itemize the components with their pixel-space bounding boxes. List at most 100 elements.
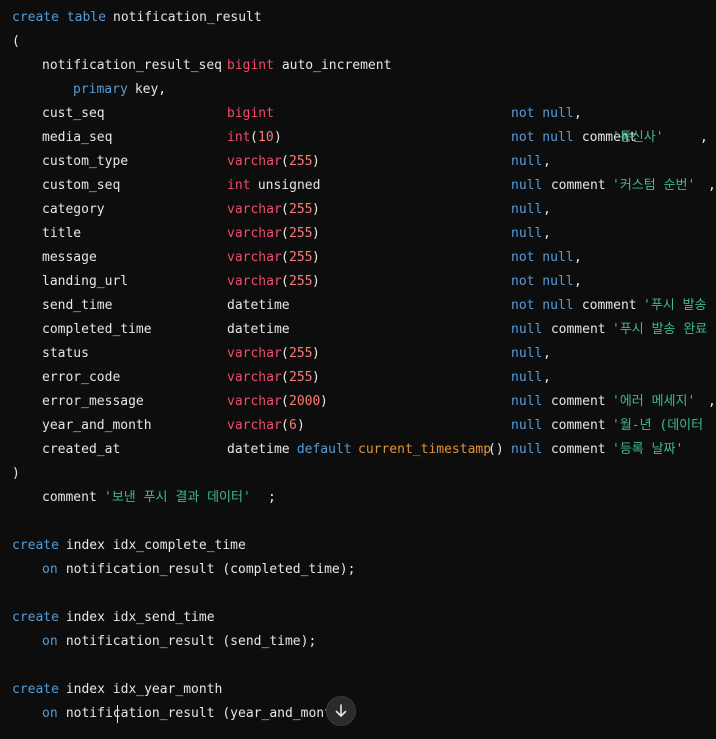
comma-token: , [574, 106, 582, 121]
type-token: datetime [227, 298, 290, 313]
comment-keyword: comment [574, 298, 645, 313]
constraint-token: null [511, 226, 543, 241]
column-name: media_seq [42, 130, 113, 145]
type-token: varchar [227, 394, 282, 409]
number-token: 255 [289, 202, 313, 217]
semicolon-token: ; [268, 490, 276, 505]
keyword-token: create [12, 538, 59, 553]
code-line: comment '보낸 푸시 결과 데이터' ; [12, 486, 276, 510]
column-name: category [42, 202, 105, 217]
constraint-token: null [511, 418, 543, 433]
code-line: create index idx_send_time [12, 606, 215, 630]
code-line: status varchar ( 255 ) null , [12, 342, 551, 366]
comma-token: , [543, 202, 551, 217]
code-line: title varchar ( 255 ) null , [12, 222, 551, 246]
paren-token: ) [12, 466, 20, 481]
type-token: datetime [227, 442, 290, 457]
code-line: created_at datetime default current_time… [12, 438, 683, 462]
code-line: send_time datetime not null comment '푸시 … [12, 294, 707, 318]
paren-token: ( [281, 226, 289, 241]
scroll-to-bottom-button[interactable] [326, 696, 356, 726]
paren-token: ) [312, 226, 320, 241]
function-token: current_timestamp [358, 442, 492, 457]
comment-string: '등록 날짜' [612, 442, 684, 457]
code-line: create index idx_complete_time [12, 534, 246, 558]
keyword-token: default [289, 442, 360, 457]
number-token: 255 [289, 274, 313, 289]
paren-token: ( [281, 370, 289, 385]
comment-string: '푸시 발송 완료 [612, 322, 708, 337]
paren-token: ) [312, 346, 320, 361]
column-name: status [42, 346, 89, 361]
code-line: error_message varchar ( 2000 ) null comm… [12, 390, 716, 414]
column-name: title [42, 226, 82, 241]
constraint-token: null [511, 202, 543, 217]
comma-token: , [543, 346, 551, 361]
comma-token: , [574, 250, 582, 265]
paren-token: ) [312, 250, 320, 265]
paren-token: ) [274, 130, 282, 145]
index-name: index idx_year_month [58, 682, 223, 697]
constraint-token: not null [511, 106, 574, 121]
column-name: landing_url [42, 274, 129, 289]
constraint-token: null [511, 394, 543, 409]
comment-string: '월-년 (데이터 [612, 418, 704, 433]
comment-keyword: comment [543, 322, 614, 337]
comment-string: '통신사' [612, 130, 664, 145]
number-token: 6 [289, 418, 297, 433]
type-token: bigint [227, 58, 274, 73]
comment-keyword: comment [543, 418, 614, 433]
keyword-token: create [12, 682, 59, 697]
type-token: varchar [227, 226, 282, 241]
column-name: message [42, 250, 97, 265]
constraint-token: null [511, 346, 543, 361]
modifier-token: key, [127, 82, 167, 97]
text-cursor [117, 705, 118, 723]
code-line: ) [12, 462, 43, 486]
comment-keyword: comment [543, 442, 614, 457]
type-token: varchar [227, 202, 282, 217]
number-token: 255 [289, 226, 313, 241]
keyword-token: create [12, 610, 59, 625]
code-editor[interactable]: create table notification_result ( notif… [0, 0, 716, 739]
type-token: varchar [227, 154, 282, 169]
modifier-token: auto_increment [274, 58, 392, 73]
number-token: 255 [289, 250, 313, 265]
paren-token: ( [281, 394, 289, 409]
paren-token: ( [281, 274, 289, 289]
comment-keyword: comment [42, 490, 105, 505]
code-line: on notification_result (send_time); [12, 630, 316, 654]
type-token: varchar [227, 274, 282, 289]
paren-token: ( [281, 346, 289, 361]
code-line: media_seq int ( 10 ) not null comment '통… [12, 126, 708, 150]
number-token: 10 [258, 130, 274, 145]
code-line: create table notification_result [12, 6, 262, 30]
type-token: varchar [227, 418, 282, 433]
code-line: category varchar ( 255 ) null , [12, 198, 551, 222]
arrow-down-icon [335, 704, 347, 717]
column-name: custom_seq [42, 178, 121, 193]
number-token: 2000 [289, 394, 321, 409]
index-target: notification_result (year_and_mont [58, 706, 332, 721]
code-line: ( [12, 30, 43, 54]
paren-token: ( [12, 34, 20, 49]
column-name: cust_seq [42, 106, 105, 121]
paren-token: ) [312, 274, 320, 289]
code-line: error_code varchar ( 255 ) null , [12, 366, 551, 390]
constraint-token: not null [511, 250, 574, 265]
code-line: notification_result_seq bigint auto_incr… [12, 54, 391, 78]
comma-token: , [543, 370, 551, 385]
constraint-token: not null [511, 130, 574, 145]
keyword-token: on [42, 634, 58, 649]
comma-token: , [543, 154, 551, 169]
type-token: int [227, 130, 251, 145]
paren-token: ) [312, 154, 320, 169]
comma-token: , [708, 178, 716, 193]
paren-token: ) [297, 418, 305, 433]
paren-token: ( [250, 130, 258, 145]
column-name: created_at [42, 442, 121, 457]
table-name-token: notification_result [113, 10, 262, 25]
paren-token: ( [281, 418, 289, 433]
index-name: index idx_complete_time [58, 538, 246, 553]
paren-token: ( [281, 154, 289, 169]
